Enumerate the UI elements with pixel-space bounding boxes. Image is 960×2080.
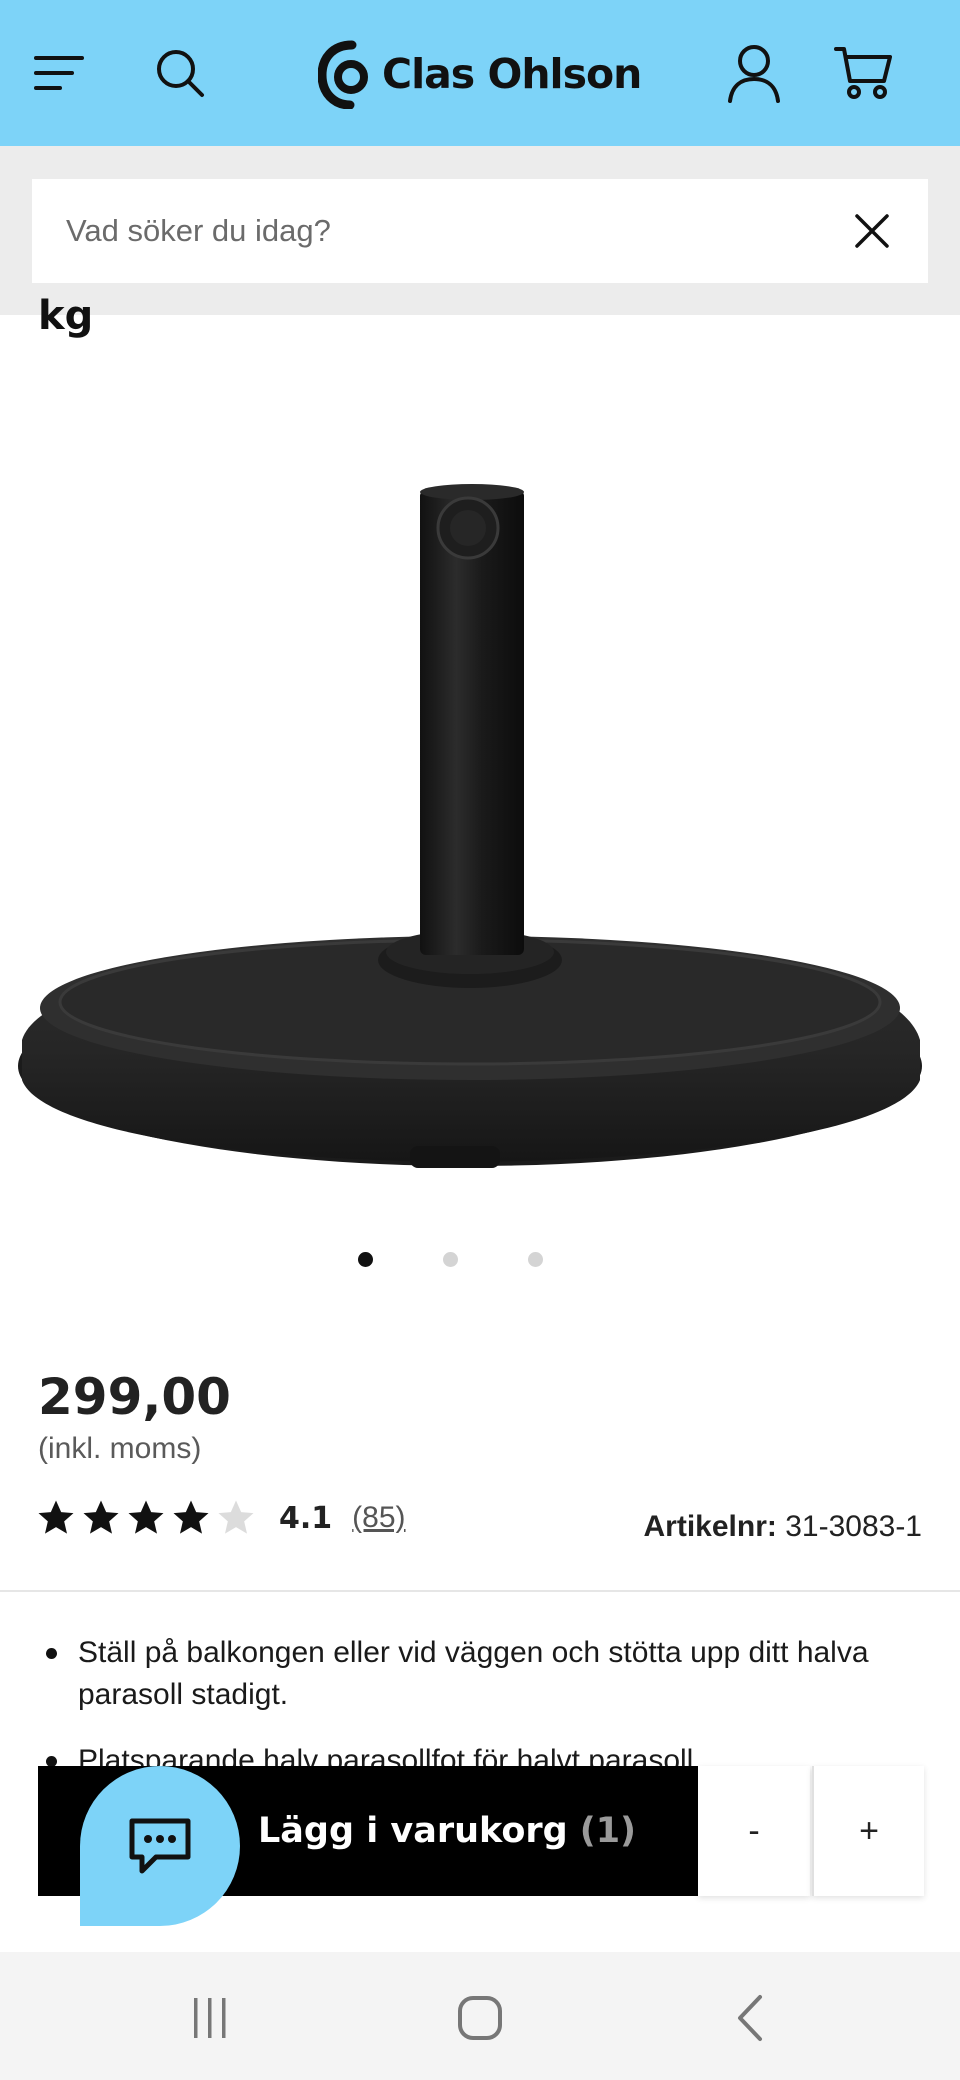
feature-item: Ställ på balkongen eller vid väggen och … bbox=[38, 1632, 918, 1716]
search-button[interactable] bbox=[142, 35, 218, 111]
product-title: kg bbox=[38, 293, 94, 339]
chat-button[interactable] bbox=[80, 1766, 240, 1926]
recent-apps-icon bbox=[194, 1998, 226, 2038]
user-icon bbox=[728, 45, 780, 103]
cart-quantity: (1) bbox=[579, 1811, 637, 1851]
add-to-cart-label: Lägg i varukorg bbox=[258, 1811, 568, 1851]
system-navigation-bar bbox=[0, 1952, 960, 2080]
search-bar bbox=[0, 146, 960, 315]
back-icon bbox=[738, 1995, 762, 2041]
product-price: 299,00 bbox=[38, 1368, 231, 1426]
parasol-base-image bbox=[18, 484, 922, 1168]
carousel-dot-2[interactable] bbox=[443, 1252, 458, 1267]
vat-note: (inkl. moms) bbox=[38, 1432, 202, 1465]
chat-icon bbox=[129, 1818, 191, 1874]
rating-value: 4.1 bbox=[279, 1500, 333, 1536]
clas-ohlson-logo-icon bbox=[318, 40, 368, 109]
brand-name: Clas Ohlson bbox=[382, 50, 642, 98]
home-icon bbox=[458, 1996, 502, 2040]
cart-button[interactable] bbox=[826, 35, 902, 111]
star-filled-icon bbox=[128, 1500, 164, 1534]
star-empty-icon bbox=[218, 1500, 254, 1534]
menu-icon bbox=[34, 56, 84, 90]
decrease-quantity-button[interactable]: - bbox=[698, 1766, 810, 1896]
increase-quantity-button[interactable]: + bbox=[812, 1766, 924, 1896]
article-label: Artikelnr: bbox=[643, 1510, 777, 1543]
clear-search-button[interactable] bbox=[846, 205, 898, 257]
search-icon bbox=[157, 50, 204, 97]
reviews-link[interactable]: (85) bbox=[352, 1501, 405, 1535]
carousel-dot-1[interactable] bbox=[358, 1252, 373, 1267]
cart-icon bbox=[834, 47, 892, 99]
back-button[interactable] bbox=[720, 1988, 780, 2048]
star-filled-icon bbox=[83, 1500, 119, 1534]
article-value: 31-3083-1 bbox=[785, 1510, 922, 1543]
recent-apps-button[interactable] bbox=[180, 1988, 240, 2048]
carousel-dot-3[interactable] bbox=[528, 1252, 543, 1267]
article-number: Artikelnr: 31-3083-1 bbox=[644, 1510, 922, 1544]
image-carousel-dots bbox=[0, 1252, 960, 1272]
product-image[interactable] bbox=[0, 440, 960, 1220]
star-filled-icon bbox=[38, 1500, 74, 1534]
brand-logo[interactable]: Clas Ohlson bbox=[318, 34, 642, 114]
close-icon bbox=[855, 214, 889, 248]
menu-button[interactable] bbox=[22, 35, 98, 111]
star-filled-icon bbox=[173, 1500, 209, 1534]
search-box[interactable] bbox=[32, 179, 928, 283]
top-header: Clas Ohlson bbox=[0, 0, 960, 146]
account-button[interactable] bbox=[716, 35, 792, 111]
divider bbox=[0, 1590, 960, 1592]
rating-row: 4.1 (85) bbox=[36, 1496, 406, 1540]
home-button[interactable] bbox=[450, 1988, 510, 2048]
search-input[interactable] bbox=[66, 213, 826, 249]
